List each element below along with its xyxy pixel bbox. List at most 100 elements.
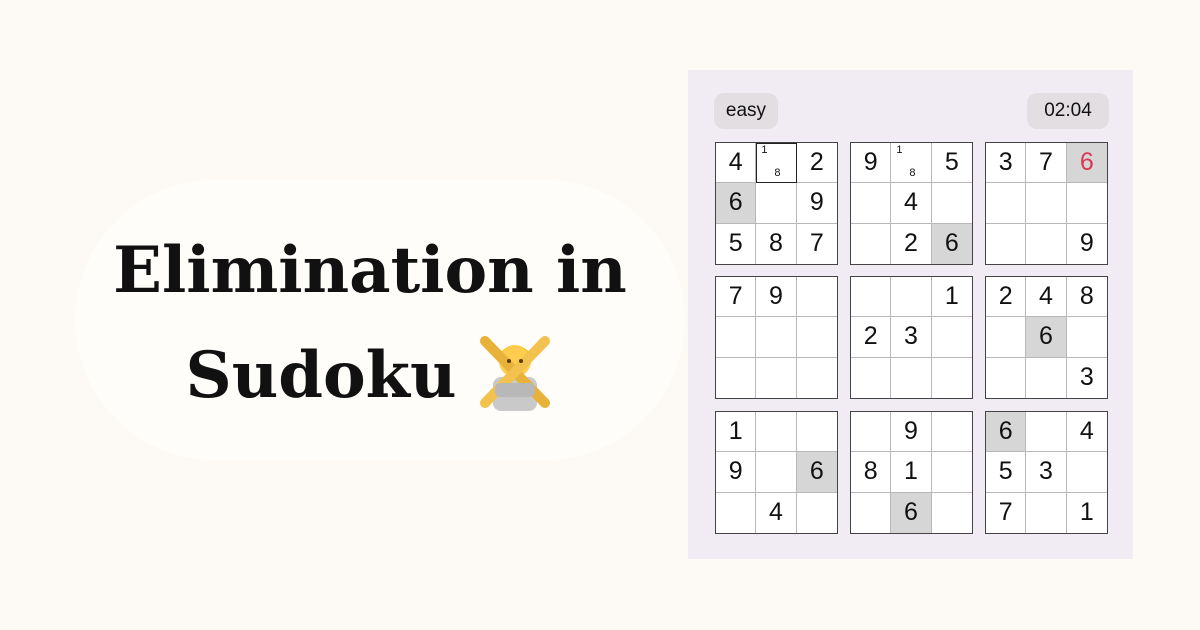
sudoku-cell[interactable] <box>986 223 1027 264</box>
sudoku-cell[interactable]: 3 <box>1066 357 1107 398</box>
sudoku-cell[interactable] <box>851 277 892 318</box>
sudoku-cell[interactable] <box>931 492 972 533</box>
sudoku-cell[interactable] <box>891 277 932 318</box>
sudoku-cell[interactable] <box>796 357 837 398</box>
sudoku-cell[interactable]: 6 <box>1066 143 1107 184</box>
sudoku-cell[interactable]: 6 <box>1026 317 1067 358</box>
sudoku-cell[interactable] <box>986 317 1027 358</box>
sudoku-cell[interactable] <box>1026 223 1067 264</box>
sudoku-cell[interactable] <box>931 317 972 358</box>
sudoku-app: easy 02:04 41826958791854263769791232486… <box>688 70 1133 559</box>
sudoku-cell[interactable] <box>891 357 932 398</box>
pencil-note: 1 <box>896 144 903 156</box>
sudoku-cell[interactable]: 5 <box>716 223 757 264</box>
sudoku-cell[interactable] <box>931 357 972 398</box>
sudoku-cell[interactable]: 9 <box>756 277 797 318</box>
sudoku-box: 645371 <box>985 411 1108 534</box>
sudoku-cell[interactable]: 3 <box>891 317 932 358</box>
sudoku-cell[interactable]: 9 <box>891 412 932 453</box>
sudoku-cell[interactable]: 4 <box>756 492 797 533</box>
sudoku-cell[interactable] <box>756 357 797 398</box>
pencil-note: 8 <box>909 167 916 180</box>
sudoku-cell[interactable] <box>796 412 837 453</box>
sudoku-cell[interactable] <box>931 183 972 224</box>
sudoku-cell[interactable]: 9 <box>716 452 757 493</box>
sudoku-cell[interactable]: 6 <box>986 412 1027 453</box>
sudoku-cell[interactable]: 1 <box>931 277 972 318</box>
sudoku-cell[interactable]: 7 <box>986 492 1027 533</box>
sudoku-cell[interactable] <box>851 357 892 398</box>
sudoku-cell[interactable]: 1 <box>716 412 757 453</box>
sudoku-cell[interactable]: 2 <box>891 223 932 264</box>
timer-display: 02:04 <box>1027 93 1109 129</box>
sudoku-cell[interactable] <box>851 223 892 264</box>
sudoku-cell[interactable]: 6 <box>716 183 757 224</box>
sudoku-cell[interactable]: 5 <box>931 143 972 184</box>
title-line-2-text: Sudoku <box>185 338 457 413</box>
sudoku-cell[interactable] <box>1066 452 1107 493</box>
sudoku-cell[interactable] <box>756 183 797 224</box>
sudoku-cell[interactable]: 18 <box>756 143 797 184</box>
sudoku-box: 79 <box>715 276 838 399</box>
sudoku-cell[interactable] <box>931 452 972 493</box>
title-line-2: Sudoku <box>60 323 680 428</box>
page-title: Elimination in Sudoku <box>60 218 680 428</box>
sudoku-box: 418269587 <box>715 142 838 265</box>
sudoku-cell[interactable]: 7 <box>796 223 837 264</box>
sudoku-cell[interactable]: 4 <box>1066 412 1107 453</box>
sudoku-cell[interactable]: 6 <box>891 492 932 533</box>
sudoku-cell[interactable] <box>851 183 892 224</box>
sudoku-box: 1964 <box>715 411 838 534</box>
sudoku-cell[interactable] <box>1066 183 1107 224</box>
sudoku-cell[interactable]: 3 <box>986 143 1027 184</box>
sudoku-cell[interactable] <box>716 317 757 358</box>
sudoku-cell[interactable]: 2 <box>796 143 837 184</box>
sudoku-cell[interactable] <box>716 492 757 533</box>
sudoku-box: 9816 <box>850 411 973 534</box>
sudoku-cell[interactable] <box>986 183 1027 224</box>
sudoku-cell[interactable] <box>1026 412 1067 453</box>
sudoku-cell[interactable]: 9 <box>851 143 892 184</box>
sudoku-cell[interactable] <box>986 357 1027 398</box>
sudoku-cell[interactable]: 5 <box>986 452 1027 493</box>
sudoku-cell[interactable] <box>796 317 837 358</box>
difficulty-badge[interactable]: easy <box>714 93 778 129</box>
sudoku-box: 376 9 <box>985 142 1108 265</box>
sudoku-cell[interactable] <box>756 412 797 453</box>
sudoku-cell[interactable] <box>716 357 757 398</box>
title-line-1: Elimination in <box>113 233 627 308</box>
sudoku-cell[interactable] <box>796 277 837 318</box>
sudoku-cell[interactable]: 7 <box>716 277 757 318</box>
pencil-note: 8 <box>774 167 781 180</box>
sudoku-cell[interactable] <box>931 412 972 453</box>
sudoku-cell[interactable] <box>851 412 892 453</box>
sudoku-cell[interactable]: 1 <box>891 452 932 493</box>
sudoku-cell[interactable]: 8 <box>1066 277 1107 318</box>
sudoku-cell[interactable]: 6 <box>796 452 837 493</box>
sudoku-cell[interactable] <box>1066 317 1107 358</box>
sudoku-cell[interactable] <box>756 452 797 493</box>
sudoku-cell[interactable]: 8 <box>756 223 797 264</box>
sudoku-cell[interactable] <box>1026 492 1067 533</box>
person-gesturing-no-icon <box>479 335 550 411</box>
sudoku-cell[interactable] <box>756 317 797 358</box>
sudoku-cell[interactable]: 2 <box>986 277 1027 318</box>
sudoku-cell[interactable]: 3 <box>1026 452 1067 493</box>
pencil-note: 1 <box>761 144 768 156</box>
sudoku-cell[interactable] <box>796 492 837 533</box>
sudoku-cell[interactable]: 8 <box>851 452 892 493</box>
sudoku-cell[interactable]: 4 <box>716 143 757 184</box>
sudoku-cell[interactable]: 7 <box>1026 143 1067 184</box>
sudoku-cell[interactable]: 9 <box>796 183 837 224</box>
sudoku-cell[interactable] <box>1026 357 1067 398</box>
sudoku-cell[interactable]: 18 <box>891 143 932 184</box>
sudoku-box: 24863 <box>985 276 1108 399</box>
sudoku-cell[interactable]: 2 <box>851 317 892 358</box>
sudoku-cell[interactable]: 4 <box>891 183 932 224</box>
sudoku-cell[interactable] <box>1026 183 1067 224</box>
sudoku-cell[interactable]: 9 <box>1066 223 1107 264</box>
sudoku-cell[interactable]: 1 <box>1066 492 1107 533</box>
sudoku-cell[interactable] <box>851 492 892 533</box>
sudoku-cell[interactable]: 6 <box>931 223 972 264</box>
sudoku-cell[interactable]: 4 <box>1026 277 1067 318</box>
